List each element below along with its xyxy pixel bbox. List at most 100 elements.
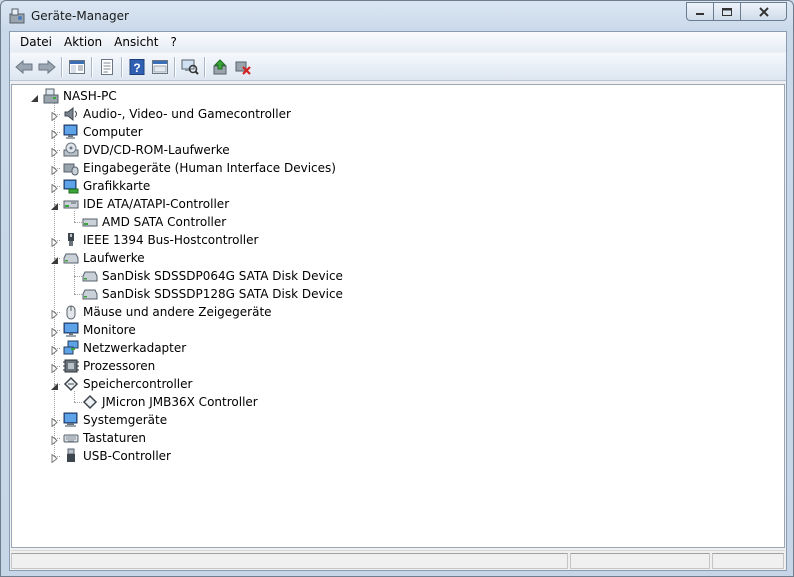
device-manager-app-icon [9,8,25,24]
firewire-icon [63,232,79,248]
tree-category-item[interactable]: Audio-, Video- und Gamecontroller [63,105,291,123]
ide-controller-icon [63,196,79,212]
scan-hardware-button[interactable] [178,56,201,78]
expand-toggle-icon[interactable] [50,434,59,446]
expand-toggle-icon[interactable] [50,182,59,194]
tree-device-item[interactable]: SanDisk SDSSDP064G SATA Disk Device [82,267,343,285]
expand-toggle-icon[interactable] [50,362,59,374]
tree-category-item[interactable]: Grafikkarte [63,177,150,195]
expand-toggle-icon[interactable] [50,236,59,248]
tree-category-item[interactable]: Tastaturen [63,429,146,447]
status-pane-secondary [570,553,710,569]
tree-root-nash-pc[interactable]: NASH-PC [43,87,117,105]
node-label: Mäuse und andere Zeigegeräte [83,305,272,319]
disable-device-button[interactable] [231,56,254,78]
device-tree[interactable]: NASH-PC Audio-, Video- und Gamecontroller… [11,84,785,548]
forward-icon [38,59,56,74]
node-label: NASH-PC [63,89,117,103]
tree-device-item[interactable]: SanDisk SDSSDP128G SATA Disk Device [82,285,343,303]
console-tree-button[interactable] [65,56,88,78]
tree-category-item[interactable]: Systemgeräte [63,411,167,429]
status-pane-tertiary [712,553,784,569]
tree-category-item[interactable]: Eingabegeräte (Human Interface Devices) [63,159,336,177]
tree-category-item[interactable]: Computer [63,123,143,141]
expand-toggle-icon[interactable] [50,416,59,428]
node-label: Netzwerkadapter [83,341,187,355]
tree-connector [74,265,75,294]
expand-toggle-icon[interactable] [50,128,59,140]
menu-ansicht[interactable]: Ansicht [108,32,164,52]
tree-category-item[interactable]: Monitore [63,321,136,339]
scan-hardware-icon [181,59,199,75]
collapse-toggle-icon[interactable] [50,380,59,390]
forward-button[interactable] [35,56,58,78]
console-tree-icon [68,59,85,74]
maximize-icon [722,7,732,16]
expand-toggle-icon[interactable] [50,146,59,158]
tree-device-item[interactable]: AMD SATA Controller [82,213,226,231]
mouse-icon [63,304,79,320]
show-hidden-icon [151,59,168,74]
system-devices-icon [63,412,79,428]
expand-toggle-icon[interactable] [50,326,59,338]
monitor-icon [63,322,79,338]
window-title: Geräte-Manager [31,9,129,23]
hid-icon [63,160,79,176]
tree-category-item[interactable]: Mäuse und andere Zeigegeräte [63,303,272,321]
properties-button[interactable] [95,56,118,78]
menu-aktion[interactable]: Aktion [58,32,108,52]
tree-connector [74,222,82,223]
toolbar-separator [174,56,175,77]
node-label: Systemgeräte [83,413,168,427]
maximize-button[interactable] [713,2,740,21]
tree-category-item[interactable]: IEEE 1394 Bus-Hostcontroller [63,231,258,249]
help-icon: ? [129,58,144,75]
update-driver-icon [213,58,226,74]
window-frame: Geräte-Manager Datei Aktion Ansicht ? ? … [0,0,794,577]
tree-category-item[interactable]: Prozessoren [63,357,155,375]
show-hidden-button[interactable] [148,56,171,78]
expand-toggle-icon[interactable] [50,344,59,356]
processor-icon [63,358,79,374]
title-bar[interactable]: Geräte-Manager [1,1,793,31]
collapse-toggle-icon[interactable] [50,254,59,264]
expand-toggle-icon[interactable] [50,110,59,122]
child-storage-icon [82,394,98,410]
tree-category-item[interactable]: Speichercontroller [63,375,192,393]
menu-help[interactable]: ? [164,32,182,52]
back-button[interactable] [12,56,35,78]
keyboard-icon [63,430,79,446]
node-label: DVD/CD-ROM-Laufwerke [83,143,230,157]
collapse-toggle-icon[interactable] [50,200,59,210]
tree-category-item[interactable]: DVD/CD-ROM-Laufwerke [63,141,230,159]
disable-device-icon [235,61,251,75]
minimize-button[interactable] [686,2,713,21]
tree-category-item[interactable]: Netzwerkadapter [63,339,186,357]
node-label: Eingabegeräte (Human Interface Devices) [83,161,336,175]
node-label: AMD SATA Controller [102,215,227,229]
computer-icon [63,124,79,140]
tree-category-item[interactable]: USB-Controller [63,447,171,465]
node-label: Audio-, Video- und Gamecontroller [83,107,291,121]
help-button[interactable]: ? [125,56,148,78]
tree-connector [74,402,82,403]
client-area: Datei Aktion Ansicht ? ? NASH-PC Audio-,… [9,31,787,571]
toolbar-separator [204,56,205,77]
expand-toggle-icon[interactable] [50,164,59,176]
node-label: Speichercontroller [83,377,193,391]
expand-toggle-icon[interactable] [50,452,59,464]
disk-drive-icon [63,250,79,266]
tree-category-item[interactable]: Laufwerke [63,249,145,267]
tree-device-item[interactable]: JMicron JMB36X Controller [82,393,258,411]
node-label: SanDisk SDSSDP064G SATA Disk Device [102,269,343,283]
minimize-icon [696,12,704,15]
collapse-toggle-icon[interactable] [30,92,39,102]
menu-datei[interactable]: Datei [14,32,58,52]
tree-category-item[interactable]: IDE ATA/ATAPI-Controller [63,195,229,213]
child-disk-icon [82,286,98,302]
close-button[interactable] [740,2,787,21]
child-ide-icon [82,214,98,230]
svg-text:?: ? [133,61,140,75]
update-driver-button[interactable] [208,56,231,78]
expand-toggle-icon[interactable] [50,308,59,320]
